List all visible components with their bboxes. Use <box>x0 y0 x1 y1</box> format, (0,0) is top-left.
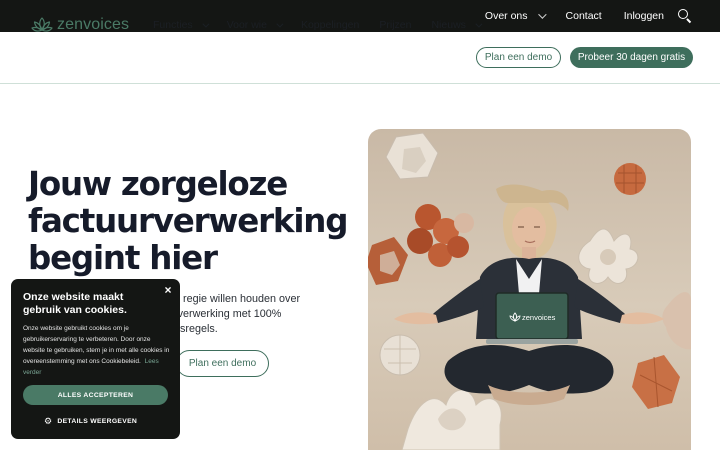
accept-all-cookies-button[interactable]: ALLES ACCEPTEREN <box>23 385 168 405</box>
topbar-contact-label: Contact <box>565 10 602 22</box>
laptop: zenvoices <box>486 292 578 344</box>
hero-subtitle-line: rverwerking met 100% <box>174 308 282 320</box>
close-icon[interactable]: × <box>163 284 173 296</box>
cookie-details-label: DETAILS WEERGEVEN <box>57 418 138 425</box>
chevron-down-icon <box>276 20 284 28</box>
nav-item-nieuws-label: Nieuws <box>431 19 466 31</box>
chevron-down-icon <box>475 20 483 28</box>
hero-title-line: Jouw zorgeloze <box>28 165 288 203</box>
free-trial-button[interactable]: Probeer 30 dagen gratis <box>570 47 693 68</box>
nav-item-functies-label: Functies <box>153 19 193 31</box>
hero-title: Jouw zorgeloze factuurverwerking begint … <box>28 166 358 277</box>
topbar-login-label: Inloggen <box>623 10 664 22</box>
main-menu: Functies Voor wie Koppelingen Prijzen Ni… <box>153 19 500 31</box>
cookie-body: Onze website gebruikt cookies om je gebr… <box>23 323 173 378</box>
chevron-down-icon <box>202 20 210 28</box>
nav-item-functies[interactable]: Functies <box>153 19 210 31</box>
hero-title-line: factuurverwerking <box>28 202 348 240</box>
cookie-details-button[interactable]: ⚙ DETAILS WEERGEVEN <box>44 416 137 427</box>
logo[interactable]: zenvoices <box>31 15 129 35</box>
nav-item-prijzen[interactable]: Prijzen <box>379 19 411 31</box>
hero-plan-demo-button[interactable]: Plan een demo <box>176 350 269 377</box>
chevron-down-icon <box>537 10 547 19</box>
nav-item-voor-wie-label: Voor wie <box>226 19 267 31</box>
laptop-logo-text: zenvoices <box>522 313 556 322</box>
nav-item-nieuws[interactable]: Nieuws <box>431 19 483 31</box>
hero-subtitle-line: gsregels. <box>174 323 218 335</box>
nav-item-koppelingen-label: Koppelingen <box>300 19 360 31</box>
logo-wordmark: zenvoices <box>57 16 130 33</box>
topbar-contact-link[interactable]: Contact <box>566 10 602 22</box>
hero-title-line: begint hier <box>28 239 218 277</box>
nav-item-prijzen-label: Prijzen <box>379 19 412 31</box>
hero-image: zenvoices <box>368 129 691 450</box>
nav-item-voor-wie[interactable]: Voor wie <box>226 19 284 31</box>
lotus-icon <box>31 17 53 32</box>
nav-item-koppelingen[interactable]: Koppelingen <box>301 19 359 31</box>
hero-subtitle: e regie willen houden over rverwerking m… <box>174 292 334 337</box>
meditation-illustration: zenvoices <box>368 132 691 450</box>
search-icon[interactable] <box>678 9 692 23</box>
cookie-banner: × Onze website maakt gebruik van cookies… <box>11 279 180 439</box>
cookie-title: Onze website maakt gebruik van cookies. <box>23 291 127 316</box>
topbar-login-link[interactable]: Inloggen <box>624 10 664 22</box>
hero-subtitle-line: e regie willen houden over <box>174 293 301 305</box>
gear-icon: ⚙ <box>44 416 53 426</box>
plan-demo-button[interactable]: Plan een demo <box>476 47 561 68</box>
